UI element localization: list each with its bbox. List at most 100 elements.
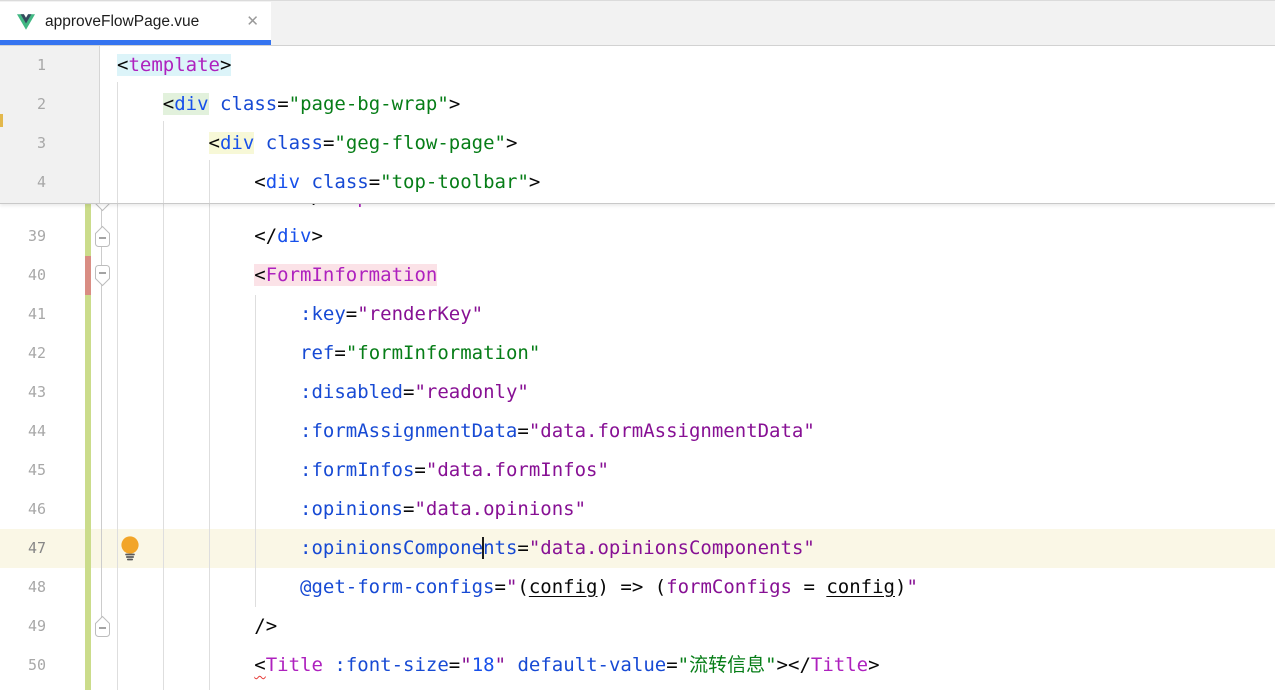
code-line-4[interactable]: 4 <div class="top-toolbar"> [0,163,1275,202]
code-token: div [220,132,254,154]
code-token [117,576,300,598]
code-text: ref="formInformation" [0,334,1275,373]
code-line-41[interactable]: 41 :key="renderKey" [0,295,1275,334]
fold-marker-line-49[interactable] [94,615,111,638]
ide-window: approveFlowPage.vue ✕ </a-space>39 </div… [0,0,1275,690]
line-number[interactable]: 2 [0,85,46,124]
code-token: = [403,381,414,403]
line-number[interactable]: 50 [0,646,46,685]
line-number[interactable]: 3 [0,124,46,163]
fold-marker-line-39[interactable] [94,225,111,248]
code-token: "data.formInfos" [426,459,609,481]
code-token: "top-toolbar" [380,171,529,193]
code-token: "page-bg-wrap" [289,93,449,115]
code-token: :formInfos [300,459,414,481]
code-text: :formInfos="data.formInfos" [0,451,1275,490]
code-line-1[interactable]: 1<template> [0,46,1275,85]
code-line-50[interactable]: 50 <Title :font-size="18" default-value=… [0,646,1275,685]
code-token: ref [300,342,334,364]
code-token: " [495,654,506,676]
code-line-45[interactable]: 45 :formInfos="data.formInfos" [0,451,1275,490]
code-token: = [414,459,425,481]
code-token: > [777,654,788,676]
code-token: = [346,303,357,325]
code-line-42[interactable]: 42 ref="formInformation" [0,334,1275,373]
code-token: div [266,171,300,193]
tab-close-icon[interactable]: ✕ [246,14,259,29]
code-editor[interactable]: </a-space>39 </div>40 <FormInformation41… [0,46,1275,690]
code-token [506,654,517,676]
tab-title: approveFlowPage.vue [45,13,199,31]
line-number[interactable]: 48 [0,568,46,607]
code-token: :opinions [300,498,403,520]
code-token [117,381,300,403]
code-token: :key [300,303,346,325]
code-token: < [254,264,265,286]
code-token: = [517,420,528,442]
code-token: div [277,225,311,247]
code-token: = [666,654,677,676]
code-token: = [449,654,460,676]
code-token: :opinionsCompone [300,537,483,559]
line-number[interactable]: 4 [0,163,46,202]
code-token: ) [598,576,609,598]
code-text: :opinions="data.opinions" [0,490,1275,529]
fold-marker-line-40[interactable] [94,264,111,287]
code-text: <Title :font-size="18" default-value="流转… [0,646,1275,685]
code-text: <template> [0,46,1275,85]
code-token [117,342,300,364]
code-token: default-value [517,654,666,676]
code-text: /> [0,607,1275,646]
code-line-47[interactable]: 47 :opinionsComponents="data.opinionsCom… [0,529,1275,568]
code-token [323,654,334,676]
code-token: ) [895,576,906,598]
code-token [117,498,300,520]
code-token: ( [517,576,528,598]
editor-tab-bar: approveFlowPage.vue ✕ [0,0,1275,46]
active-tab-indicator [0,40,271,45]
tab-approveflowpage[interactable]: approveFlowPage.vue ✕ [0,2,271,45]
code-line-3[interactable]: 3 <div class="geg-flow-page"> [0,124,1275,163]
line-number[interactable]: 1 [0,46,46,85]
code-text: :opinionsComponents="data.opinionsCompon… [0,529,1275,568]
code-line-49[interactable]: 49 /> [0,607,1275,646]
code-token: Title [266,654,323,676]
code-text: :disabled="readonly" [0,373,1275,412]
code-token [117,420,300,442]
code-token: class [266,132,323,154]
code-token [117,132,209,154]
code-token: > [449,93,460,115]
code-line-43[interactable]: 43 :disabled="readonly" [0,373,1275,412]
code-token: "formInformation" [346,342,540,364]
code-token: < [209,132,220,154]
line-number[interactable]: 49 [0,607,46,646]
code-token: < [254,171,265,193]
code-token [254,132,265,154]
line-number[interactable]: 40 [0,256,46,295]
code-token: < [117,54,128,76]
sticky-rows: 1<template>2 <div class="page-bg-wrap">3… [0,46,1275,203]
code-line-44[interactable]: 44 :formAssignmentData="data.formAssignm… [0,412,1275,451]
code-line-48[interactable]: 48 @get-form-configs="(config) => (formC… [0,568,1275,607]
line-number[interactable]: 41 [0,295,46,334]
code-token: @get-form-configs [300,576,494,598]
code-line-39[interactable]: 39 </div> [0,217,1275,256]
line-number[interactable]: 47 [0,529,46,568]
code-token: config [826,576,895,598]
code-token: "data.opinions" [414,498,586,520]
line-number[interactable]: 46 [0,490,46,529]
code-line-40[interactable]: 40 <FormInformation [0,256,1275,295]
line-number[interactable]: 39 [0,217,46,256]
code-token [300,171,311,193]
code-token: "流转信息" [678,654,777,676]
code-token: = [403,498,414,520]
line-number[interactable]: 42 [0,334,46,373]
line-number[interactable]: 44 [0,412,46,451]
intention-bulb-icon[interactable] [119,535,141,561]
code-line-2[interactable]: 2 <div class="page-bg-wrap"> [0,85,1275,124]
code-token: " [506,576,517,598]
line-number[interactable]: 43 [0,373,46,412]
code-token [117,225,254,247]
code-line-46[interactable]: 46 :opinions="data.opinions" [0,490,1275,529]
line-number[interactable]: 45 [0,451,46,490]
